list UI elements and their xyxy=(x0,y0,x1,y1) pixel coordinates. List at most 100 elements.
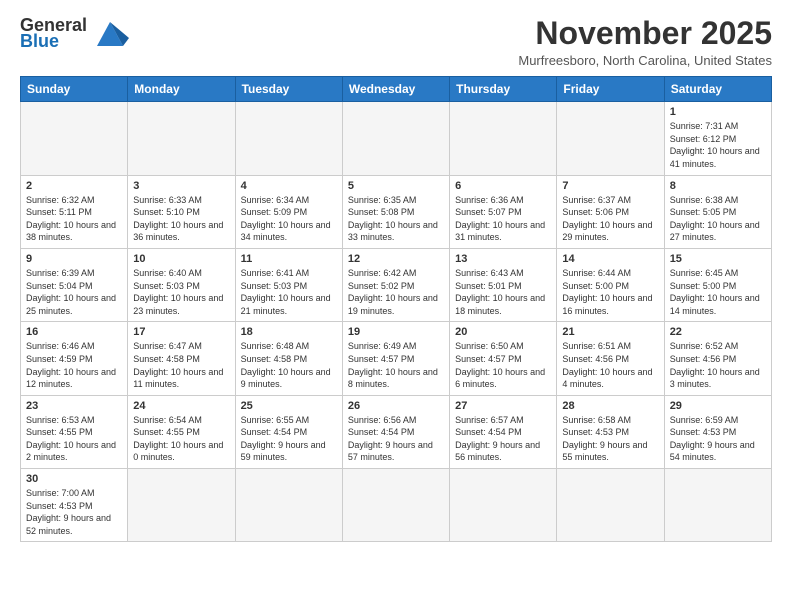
calendar-week-row: 9 Sunrise: 6:39 AMSunset: 5:04 PMDaylight… xyxy=(21,248,772,321)
calendar-cell xyxy=(235,469,342,542)
day-number: 27 xyxy=(455,400,551,412)
day-info: Sunrise: 6:32 AMSunset: 5:11 PMDaylight:… xyxy=(26,194,122,244)
day-number: 30 xyxy=(26,473,122,485)
calendar-cell: 17 Sunrise: 6:47 AMSunset: 4:58 PMDayligh… xyxy=(128,322,235,395)
calendar-header-tuesday: Tuesday xyxy=(235,77,342,102)
calendar-week-row: 16Sunrise: 6:46 AMSunset: 4:59 PMDayligh… xyxy=(21,322,772,395)
calendar-cell xyxy=(235,102,342,175)
calendar-cell xyxy=(21,102,128,175)
day-info: Sunrise: 6:37 AMSunset: 5:06 PMDaylight:… xyxy=(562,194,658,244)
day-number: 8 xyxy=(670,180,766,192)
day-number: 3 xyxy=(133,180,229,192)
calendar-header-thursday: Thursday xyxy=(450,77,557,102)
calendar-cell xyxy=(557,102,664,175)
calendar-header-friday: Friday xyxy=(557,77,664,102)
day-number: 20 xyxy=(455,326,551,338)
header: General Blue November 2025 Murfreesboro,… xyxy=(20,16,772,68)
day-number: 11 xyxy=(241,253,337,265)
day-info: Sunrise: 6:41 AMSunset: 5:03 PMDaylight:… xyxy=(241,267,337,317)
calendar-cell xyxy=(342,102,449,175)
day-number: 21 xyxy=(562,326,658,338)
calendar-cell: 18 Sunrise: 6:48 AMSunset: 4:58 PMDayligh… xyxy=(235,322,342,395)
calendar-cell xyxy=(128,469,235,542)
day-number: 2 xyxy=(26,180,122,192)
calendar-cell xyxy=(450,469,557,542)
day-number: 1 xyxy=(670,106,766,118)
logo-area: General Blue xyxy=(20,16,129,53)
day-info: Sunrise: 6:35 AMSunset: 5:08 PMDaylight:… xyxy=(348,194,444,244)
day-number: 29 xyxy=(670,400,766,412)
calendar-cell xyxy=(342,469,449,542)
day-number: 10 xyxy=(133,253,229,265)
calendar-cell: 30Sunrise: 7:00 AMSunset: 4:53 PMDayligh… xyxy=(21,469,128,542)
day-info: Sunrise: 6:39 AMSunset: 5:04 PMDaylight:… xyxy=(26,267,122,317)
calendar-cell xyxy=(128,102,235,175)
calendar-header-sunday: Sunday xyxy=(21,77,128,102)
calendar-cell: 2 Sunrise: 6:32 AMSunset: 5:11 PMDaylight… xyxy=(21,175,128,248)
day-info: Sunrise: 6:54 AMSunset: 4:55 PMDaylight:… xyxy=(133,414,229,464)
calendar-cell: 20 Sunrise: 6:50 AMSunset: 4:57 PMDayligh… xyxy=(450,322,557,395)
calendar-cell: 23Sunrise: 6:53 AMSunset: 4:55 PMDayligh… xyxy=(21,395,128,468)
title-area: November 2025 Murfreesboro, North Caroli… xyxy=(518,16,772,68)
day-info: Sunrise: 6:53 AMSunset: 4:55 PMDaylight:… xyxy=(26,414,122,464)
day-info: Sunrise: 6:51 AMSunset: 4:56 PMDaylight:… xyxy=(562,340,658,390)
day-number: 7 xyxy=(562,180,658,192)
calendar-cell: 16Sunrise: 6:46 AMSunset: 4:59 PMDayligh… xyxy=(21,322,128,395)
calendar-cell: 7 Sunrise: 6:37 AMSunset: 5:06 PMDaylight… xyxy=(557,175,664,248)
day-info: Sunrise: 6:48 AMSunset: 4:58 PMDaylight:… xyxy=(241,340,337,390)
day-info: Sunrise: 6:36 AMSunset: 5:07 PMDaylight:… xyxy=(455,194,551,244)
calendar-cell: 6 Sunrise: 6:36 AMSunset: 5:07 PMDaylight… xyxy=(450,175,557,248)
day-number: 14 xyxy=(562,253,658,265)
day-number: 16 xyxy=(26,326,122,338)
calendar-cell: 12Sunrise: 6:42 AMSunset: 5:02 PMDayligh… xyxy=(342,248,449,321)
day-info: Sunrise: 6:56 AMSunset: 4:54 PMDaylight:… xyxy=(348,414,444,464)
day-number: 4 xyxy=(241,180,337,192)
day-number: 6 xyxy=(455,180,551,192)
calendar-cell: 8 Sunrise: 6:38 AMSunset: 5:05 PMDaylight… xyxy=(664,175,771,248)
day-info: Sunrise: 6:57 AMSunset: 4:54 PMDaylight:… xyxy=(455,414,551,464)
day-number: 28 xyxy=(562,400,658,412)
day-number: 9 xyxy=(26,253,122,265)
calendar-cell: 29 Sunrise: 6:59 AMSunset: 4:53 PMDayligh… xyxy=(664,395,771,468)
calendar-header-wednesday: Wednesday xyxy=(342,77,449,102)
day-info: Sunrise: 6:38 AMSunset: 5:05 PMDaylight:… xyxy=(670,194,766,244)
day-info: Sunrise: 6:55 AMSunset: 4:54 PMDaylight:… xyxy=(241,414,337,464)
calendar-cell: 13 Sunrise: 6:43 AMSunset: 5:01 PMDayligh… xyxy=(450,248,557,321)
day-number: 18 xyxy=(241,326,337,338)
day-info: Sunrise: 6:43 AMSunset: 5:01 PMDaylight:… xyxy=(455,267,551,317)
calendar-cell: 15 Sunrise: 6:45 AMSunset: 5:00 PMDayligh… xyxy=(664,248,771,321)
page: General Blue November 2025 Murfreesboro,… xyxy=(0,0,792,612)
calendar-week-row: 2 Sunrise: 6:32 AMSunset: 5:11 PMDaylight… xyxy=(21,175,772,248)
day-info: Sunrise: 6:47 AMSunset: 4:58 PMDaylight:… xyxy=(133,340,229,390)
calendar-cell: 5Sunrise: 6:35 AMSunset: 5:08 PMDaylight… xyxy=(342,175,449,248)
day-info: Sunrise: 6:52 AMSunset: 4:56 PMDaylight:… xyxy=(670,340,766,390)
day-info: Sunrise: 6:45 AMSunset: 5:00 PMDaylight:… xyxy=(670,267,766,317)
calendar-header-row: SundayMondayTuesdayWednesdayThursdayFrid… xyxy=(21,77,772,102)
calendar-cell: 10 Sunrise: 6:40 AMSunset: 5:03 PMDayligh… xyxy=(128,248,235,321)
day-number: 15 xyxy=(670,253,766,265)
day-info: Sunrise: 7:31 AMSunset: 6:12 PMDaylight:… xyxy=(670,120,766,170)
calendar-header-saturday: Saturday xyxy=(664,77,771,102)
day-info: Sunrise: 6:59 AMSunset: 4:53 PMDaylight:… xyxy=(670,414,766,464)
calendar-cell: 26Sunrise: 6:56 AMSunset: 4:54 PMDayligh… xyxy=(342,395,449,468)
day-number: 13 xyxy=(455,253,551,265)
day-number: 22 xyxy=(670,326,766,338)
calendar-cell xyxy=(450,102,557,175)
day-info: Sunrise: 6:50 AMSunset: 4:57 PMDaylight:… xyxy=(455,340,551,390)
day-info: Sunrise: 6:40 AMSunset: 5:03 PMDaylight:… xyxy=(133,267,229,317)
day-info: Sunrise: 6:33 AMSunset: 5:10 PMDaylight:… xyxy=(133,194,229,244)
calendar-cell: 28Sunrise: 6:58 AMSunset: 4:53 PMDayligh… xyxy=(557,395,664,468)
day-number: 17 xyxy=(133,326,229,338)
calendar-cell: 21 Sunrise: 6:51 AMSunset: 4:56 PMDayligh… xyxy=(557,322,664,395)
calendar-cell: 25 Sunrise: 6:55 AMSunset: 4:54 PMDayligh… xyxy=(235,395,342,468)
calendar-week-row: 30Sunrise: 7:00 AMSunset: 4:53 PMDayligh… xyxy=(21,469,772,542)
calendar-cell: 1 Sunrise: 7:31 AMSunset: 6:12 PMDaylight… xyxy=(664,102,771,175)
calendar-cell: 3 Sunrise: 6:33 AMSunset: 5:10 PMDaylight… xyxy=(128,175,235,248)
calendar-cell: 27 Sunrise: 6:57 AMSunset: 4:54 PMDayligh… xyxy=(450,395,557,468)
day-info: Sunrise: 6:44 AMSunset: 5:00 PMDaylight:… xyxy=(562,267,658,317)
calendar-week-row: 23Sunrise: 6:53 AMSunset: 4:55 PMDayligh… xyxy=(21,395,772,468)
day-number: 25 xyxy=(241,400,337,412)
logo-icon xyxy=(91,18,129,48)
calendar-cell xyxy=(664,469,771,542)
day-number: 12 xyxy=(348,253,444,265)
